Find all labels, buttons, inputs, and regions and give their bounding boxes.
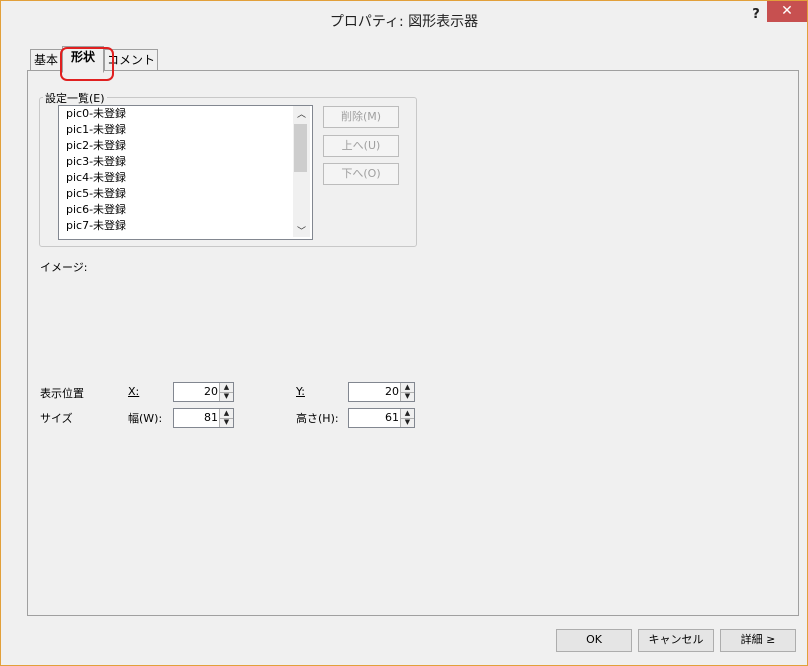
width-label: 幅(W): bbox=[128, 412, 163, 425]
spin-down-icon[interactable]: ▼ bbox=[401, 392, 414, 401]
x-value[interactable]: 20 bbox=[204, 385, 218, 398]
settings-group-label: 設定一覧(E) bbox=[43, 90, 107, 106]
height-label: 高さ(H): bbox=[296, 412, 339, 425]
ok-button[interactable]: OK bbox=[556, 629, 632, 652]
delete-button[interactable]: 削除(M) bbox=[323, 106, 399, 128]
width-value[interactable]: 81 bbox=[204, 411, 218, 424]
move-down-button[interactable]: 下へ(O) bbox=[323, 163, 399, 185]
close-button[interactable]: ✕ bbox=[767, 1, 807, 22]
cancel-button[interactable]: キャンセル bbox=[638, 629, 714, 652]
x-stepper[interactable]: 20 ▲ ▼ bbox=[173, 382, 234, 402]
move-up-button[interactable]: 上へ(U) bbox=[323, 135, 399, 157]
width-stepper[interactable]: 81 ▲ ▼ bbox=[173, 408, 234, 428]
height-value[interactable]: 61 bbox=[385, 411, 399, 424]
size-label: サイズ bbox=[40, 412, 73, 425]
x-label: X: bbox=[128, 385, 140, 398]
y-label: Y: bbox=[296, 385, 305, 398]
spin-down-icon[interactable]: ▼ bbox=[401, 418, 414, 427]
close-icon: ✕ bbox=[781, 3, 793, 19]
scroll-down-icon[interactable]: ﹀ bbox=[293, 224, 310, 237]
y-value[interactable]: 20 bbox=[385, 385, 399, 398]
list-item[interactable]: pic2-未登録 bbox=[66, 138, 126, 154]
window-title: プロパティ: 図形表示器 bbox=[329, 14, 479, 30]
detail-button[interactable]: 詳細 ≥ bbox=[720, 629, 796, 652]
title-bar: プロパティ: 図形表示器 ? ✕ bbox=[1, 1, 807, 38]
active-tab-highlight bbox=[60, 47, 114, 81]
help-button[interactable]: ? bbox=[746, 7, 766, 27]
scroll-up-icon[interactable]: ︿ bbox=[293, 107, 310, 120]
spin-down-icon[interactable]: ▼ bbox=[220, 392, 233, 401]
list-item[interactable]: pic6-未登録 bbox=[66, 202, 126, 218]
list-item[interactable]: pic4-未登録 bbox=[66, 170, 126, 186]
list-item[interactable]: pic1-未登録 bbox=[66, 122, 126, 138]
y-stepper[interactable]: 20 ▲ ▼ bbox=[348, 382, 415, 402]
height-stepper[interactable]: 61 ▲ ▼ bbox=[348, 408, 415, 428]
list-item[interactable]: pic7-未登録 bbox=[66, 218, 126, 234]
list-item[interactable]: pic0-未登録 bbox=[66, 106, 126, 122]
position-label: 表示位置 bbox=[40, 387, 84, 400]
list-item[interactable]: pic5-未登録 bbox=[66, 186, 126, 202]
spin-down-icon[interactable]: ▼ bbox=[220, 418, 233, 427]
tab-basic[interactable]: 基本 bbox=[30, 49, 62, 71]
image-label: イメージ: bbox=[40, 261, 88, 274]
settings-list[interactable]: pic0-未登録 pic1-未登録 pic2-未登録 pic3-未登録 pic4… bbox=[58, 105, 313, 240]
scrollbar-thumb[interactable] bbox=[294, 124, 307, 172]
list-item[interactable]: pic3-未登録 bbox=[66, 154, 126, 170]
